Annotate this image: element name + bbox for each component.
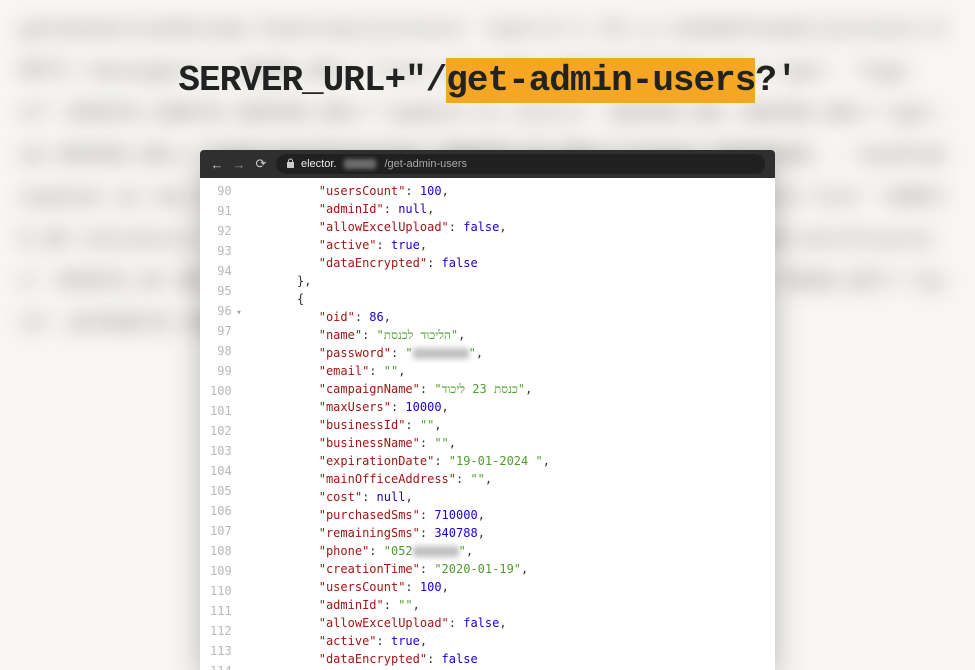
line-number-gutter: 90 91 92 93 94 95 96▾97 98 99 100 101 10… xyxy=(200,178,248,670)
snippet-prefix: SERVER_URL+"/ xyxy=(178,60,446,101)
snippet-suffix: ?' xyxy=(755,60,796,101)
json-response-viewer: 90 91 92 93 94 95 96▾97 98 99 100 101 10… xyxy=(200,178,775,670)
snippet-highlighted: get-admin-users xyxy=(446,58,755,103)
url-redacted xyxy=(344,159,376,169)
browser-window: ← → ⟳ elector. /get-admin-users 90 91 92 … xyxy=(200,150,775,670)
url-path: /get-admin-users xyxy=(384,158,467,170)
back-icon[interactable]: ← xyxy=(210,157,224,172)
json-code-body: "usersCount": 100, "adminId": null, "all… xyxy=(248,178,550,670)
forward-icon[interactable]: → xyxy=(232,157,246,172)
browser-toolbar: ← → ⟳ elector. /get-admin-users xyxy=(200,150,775,178)
lock-icon xyxy=(286,158,295,171)
header-code-snippet: SERVER_URL+"/get-admin-users?' xyxy=(178,60,796,101)
address-bar[interactable]: elector. /get-admin-users xyxy=(276,154,765,174)
url-domain: elector. xyxy=(301,158,336,170)
reload-icon[interactable]: ⟳ xyxy=(254,156,268,172)
